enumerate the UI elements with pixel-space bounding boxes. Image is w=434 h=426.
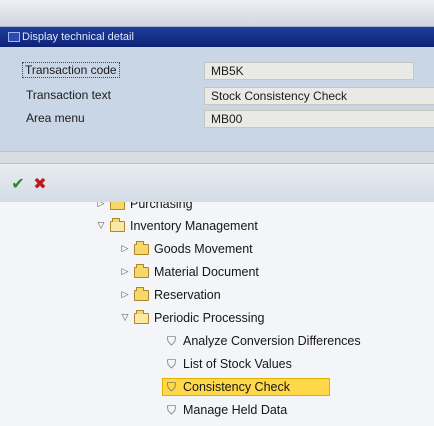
folder-icon — [134, 264, 149, 278]
area-menu-label: Area menu — [26, 111, 85, 125]
collapsed-triangle-icon[interactable]: ▷ — [120, 239, 130, 259]
dialog-title-bar[interactable]: Display technical detail — [0, 27, 434, 47]
tree-node-label: Goods Movement — [154, 242, 253, 256]
transaction-icon: ⛉ — [166, 357, 176, 371]
collapsed-triangle-icon[interactable]: ▷ — [120, 285, 130, 305]
transaction-text-field[interactable]: Stock Consistency Check — [204, 87, 434, 105]
window-icon — [8, 32, 20, 42]
collapsed-triangle-icon[interactable]: ▷ — [96, 202, 106, 214]
dialog-toolbar: ✔ ✖ — [0, 163, 434, 203]
transaction-code-row: Transaction code MB5K — [20, 62, 434, 80]
expanded-triangle-icon[interactable]: ▽ — [96, 216, 106, 236]
transaction-text-row: Transaction text Stock Consistency Check — [20, 87, 434, 105]
expanded-triangle-icon[interactable]: ▽ — [120, 308, 130, 328]
transaction-icon: ⛉ — [166, 334, 176, 348]
transaction-code-field[interactable]: MB5K — [204, 62, 414, 80]
transaction-text-label: Transaction text — [26, 88, 111, 102]
transaction-icon: ⛉ — [166, 403, 176, 417]
open-folder-icon — [134, 310, 149, 324]
x-icon[interactable]: ✖ — [31, 175, 49, 193]
tree-node-label: Analyze Conversion Differences — [183, 334, 361, 348]
tree-node-label: Manage Held Data — [183, 403, 288, 417]
folder-icon — [134, 287, 149, 301]
folder-icon — [110, 202, 125, 210]
open-folder-icon — [110, 218, 125, 232]
folder-icon — [134, 241, 149, 255]
sap-window: Display technical detail Transaction cod… — [0, 0, 434, 426]
tree-node-label: Consistency Check — [183, 380, 290, 394]
technical-details-panel: Transaction code MB5K Transaction text S… — [0, 47, 434, 151]
tree-node-label: Periodic Processing — [154, 311, 265, 325]
transaction-icon: ⛉ — [166, 380, 176, 394]
area-menu-field[interactable]: MB00 — [204, 110, 434, 128]
tree-node-label: Material Document — [154, 265, 259, 279]
menu-tree: ▷ Purchasing ▽ Inventory Management ▷ Go… — [0, 202, 434, 426]
dialog-title: Display technical detail — [22, 31, 134, 43]
tree-node-label: Purchasing — [130, 202, 193, 211]
transaction-code-label: Transaction code — [22, 62, 120, 78]
top-strip — [0, 0, 434, 27]
collapsed-triangle-icon[interactable]: ▷ — [120, 262, 130, 282]
area-menu-row: Area menu MB00 — [20, 110, 434, 128]
tree-node-label: List of Stock Values — [183, 357, 292, 371]
check-icon[interactable]: ✔ — [9, 175, 27, 193]
tree-node-label: Reservation — [154, 288, 221, 302]
tree-node-label: Inventory Management — [130, 219, 258, 233]
